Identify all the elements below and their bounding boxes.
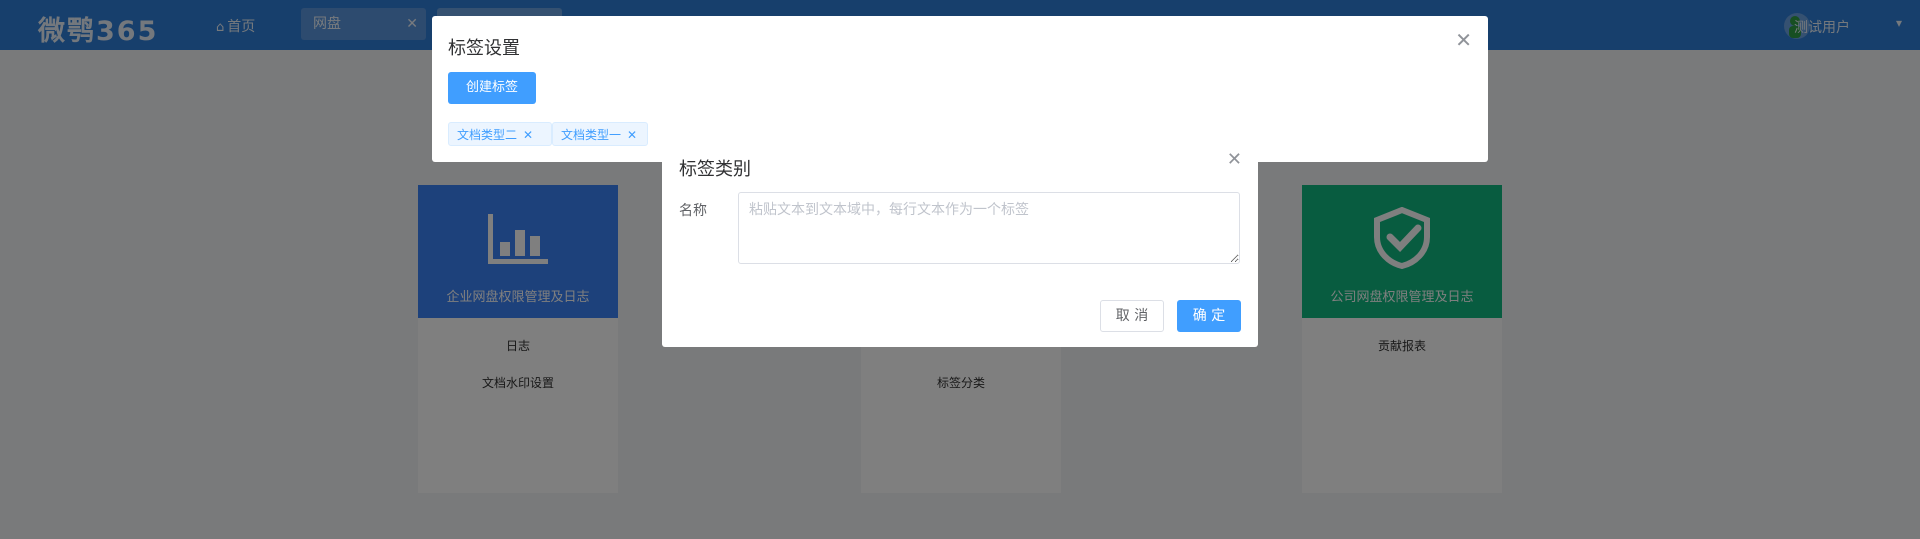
create-tag-button[interactable]: 创建标签	[448, 72, 536, 104]
close-icon[interactable]: ✕	[1227, 149, 1242, 170]
tag-item: 文档类型二 ✕	[448, 122, 552, 146]
confirm-button[interactable]: 确 定	[1177, 300, 1241, 332]
name-label: 名称	[679, 203, 707, 219]
close-icon[interactable]: ✕	[1455, 28, 1472, 52]
tag-names-textarea[interactable]	[738, 192, 1240, 264]
dialog-title: 标签类别	[679, 159, 751, 180]
tag-category-dialog: 标签类别 ✕ 名称 取 消 确 定	[662, 137, 1258, 347]
cancel-button[interactable]: 取 消	[1100, 300, 1164, 332]
tag-item: 文档类型一 ✕	[552, 122, 648, 146]
dialog-title: 标签设置	[448, 38, 520, 59]
tag-close-icon[interactable]: ✕	[523, 128, 533, 142]
tag-close-icon[interactable]: ✕	[627, 128, 637, 142]
